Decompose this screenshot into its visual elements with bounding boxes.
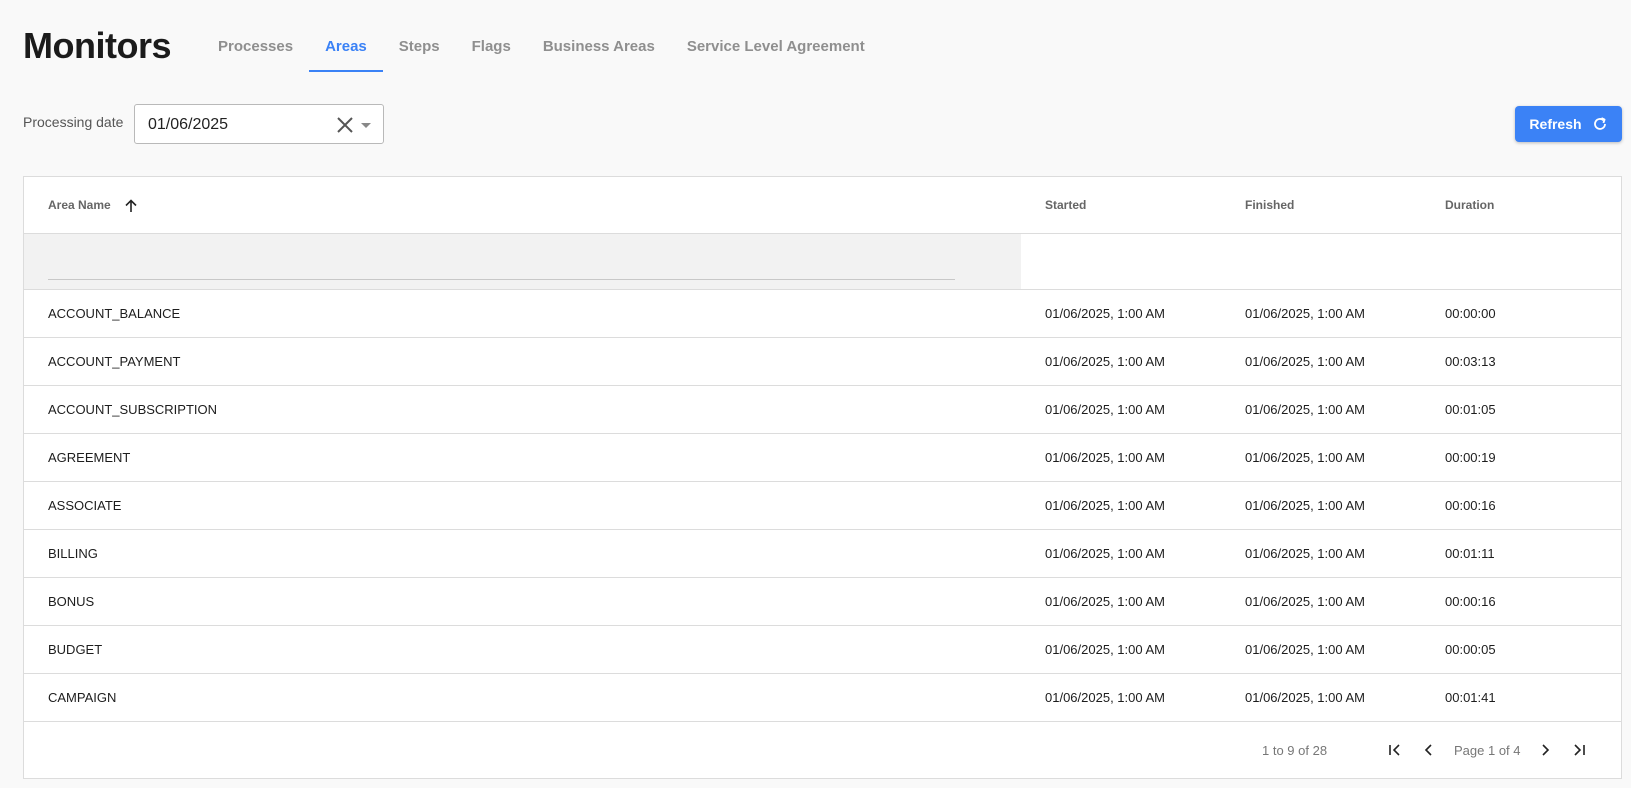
column-header-area-name[interactable]: Area Name [48,177,138,233]
page-indicator: Page 1 of 4 [1454,743,1521,758]
area-name-cell: BUDGET [48,642,103,657]
processing-date-label: Processing date [23,114,124,130]
table-row[interactable]: ACCOUNT_BALANCE 01/06/2025, 1:00 AM 01/0… [24,290,1621,338]
duration-cell: 00:00:05 [1445,642,1496,657]
column-header-duration[interactable]: Duration [1445,177,1494,233]
started-cell: 01/06/2025, 1:00 AM [1045,546,1165,561]
column-header-started[interactable]: Started [1045,177,1086,233]
column-header-area-name-label: Area Name [48,198,111,212]
finished-cell: 01/06/2025, 1:00 AM [1245,354,1365,369]
filter-row [24,234,1621,290]
table-row[interactable]: BILLING 01/06/2025, 1:00 AM 01/06/2025, … [24,530,1621,578]
tab-service-level-agreement[interactable]: Service Level Agreement [671,26,881,72]
duration-cell: 00:00:16 [1445,594,1496,609]
last-page-button[interactable] [1571,742,1587,758]
started-cell: 01/06/2025, 1:00 AM [1045,402,1165,417]
table-row[interactable]: ASSOCIATE 01/06/2025, 1:00 AM 01/06/2025… [24,482,1621,530]
areas-grid: Area Name Started Finished Duration ACCO… [23,176,1622,779]
started-cell: 01/06/2025, 1:00 AM [1045,354,1165,369]
grid-header: Area Name Started Finished Duration [24,177,1621,234]
area-name-filter-cell [24,234,1021,289]
previous-page-button[interactable] [1421,742,1437,758]
duration-cell: 00:01:05 [1445,402,1496,417]
finished-cell: 01/06/2025, 1:00 AM [1245,546,1365,561]
first-page-button[interactable] [1387,742,1403,758]
area-name-cell: BONUS [48,594,95,609]
started-cell: 01/06/2025, 1:00 AM [1045,594,1165,609]
refresh-button[interactable]: Refresh [1515,106,1622,142]
started-cell: 01/06/2025, 1:00 AM [1045,642,1165,657]
area-name-cell: BILLING [48,546,98,561]
finished-cell: 01/06/2025, 1:00 AM [1245,642,1365,657]
clear-icon[interactable] [336,116,354,134]
area-name-cell: CAMPAIGN [48,690,117,705]
finished-cell: 01/06/2025, 1:00 AM [1245,450,1365,465]
area-name-cell: AGREEMENT [48,450,131,465]
area-name-cell: ACCOUNT_PAYMENT [48,354,181,369]
area-name-cell: ASSOCIATE [48,498,122,513]
table-row[interactable]: BUDGET 01/06/2025, 1:00 AM 01/06/2025, 1… [24,626,1621,674]
duration-cell: 00:00:00 [1445,306,1496,321]
table-row[interactable]: ACCOUNT_SUBSCRIPTION 01/06/2025, 1:00 AM… [24,386,1621,434]
table-row[interactable]: BONUS 01/06/2025, 1:00 AM 01/06/2025, 1:… [24,578,1621,626]
caret-down-icon[interactable] [361,123,371,128]
duration-cell: 00:00:16 [1445,498,1496,513]
tab-business-areas[interactable]: Business Areas [527,26,671,72]
tab-steps[interactable]: Steps [383,26,456,72]
area-name-filter-input[interactable] [48,246,955,280]
tab-areas[interactable]: Areas [309,26,383,72]
refresh-icon [1593,117,1606,130]
tab-processes[interactable]: Processes [202,26,309,72]
finished-cell: 01/06/2025, 1:00 AM [1245,402,1365,417]
pagination-bar: 1 to 9 of 28 Page 1 of 4 [24,723,1621,778]
last-page-icon [1574,744,1585,756]
started-cell: 01/06/2025, 1:00 AM [1045,306,1165,321]
duration-cell: 00:01:41 [1445,690,1496,705]
first-page-icon [1389,744,1400,756]
column-header-finished[interactable]: Finished [1245,177,1294,233]
processing-date-value[interactable]: 01/06/2025 [148,116,228,134]
area-name-cell: ACCOUNT_BALANCE [48,306,181,321]
finished-cell: 01/06/2025, 1:00 AM [1245,690,1365,705]
next-page-button[interactable] [1537,742,1553,758]
tab-flags[interactable]: Flags [456,26,527,72]
started-cell: 01/06/2025, 1:00 AM [1045,690,1165,705]
area-name-cell: ACCOUNT_SUBSCRIPTION [48,402,218,417]
finished-cell: 01/06/2025, 1:00 AM [1245,306,1365,321]
duration-cell: 00:03:13 [1445,354,1496,369]
table-row[interactable]: CAMPAIGN 01/06/2025, 1:00 AM 01/06/2025,… [24,674,1621,722]
started-cell: 01/06/2025, 1:00 AM [1045,450,1165,465]
tab-bar: Processes Areas Steps Flags Business Are… [202,26,881,72]
table-row[interactable]: AGREEMENT 01/06/2025, 1:00 AM 01/06/2025… [24,434,1621,482]
finished-cell: 01/06/2025, 1:00 AM [1245,594,1365,609]
started-cell: 01/06/2025, 1:00 AM [1045,498,1165,513]
page-title: Monitors [23,25,171,66]
refresh-button-label: Refresh [1529,116,1582,132]
chevron-left-icon [1424,744,1432,756]
duration-cell: 00:01:11 [1445,546,1495,561]
sort-ascending-icon [125,199,137,212]
row-count-summary: 1 to 9 of 28 [1262,743,1328,758]
processing-date-field[interactable]: 01/06/2025 [134,104,384,144]
table-row[interactable]: ACCOUNT_PAYMENT 01/06/2025, 1:00 AM 01/0… [24,338,1621,386]
duration-cell: 00:00:19 [1445,450,1496,465]
finished-cell: 01/06/2025, 1:00 AM [1245,498,1365,513]
chevron-right-icon [1542,744,1550,756]
